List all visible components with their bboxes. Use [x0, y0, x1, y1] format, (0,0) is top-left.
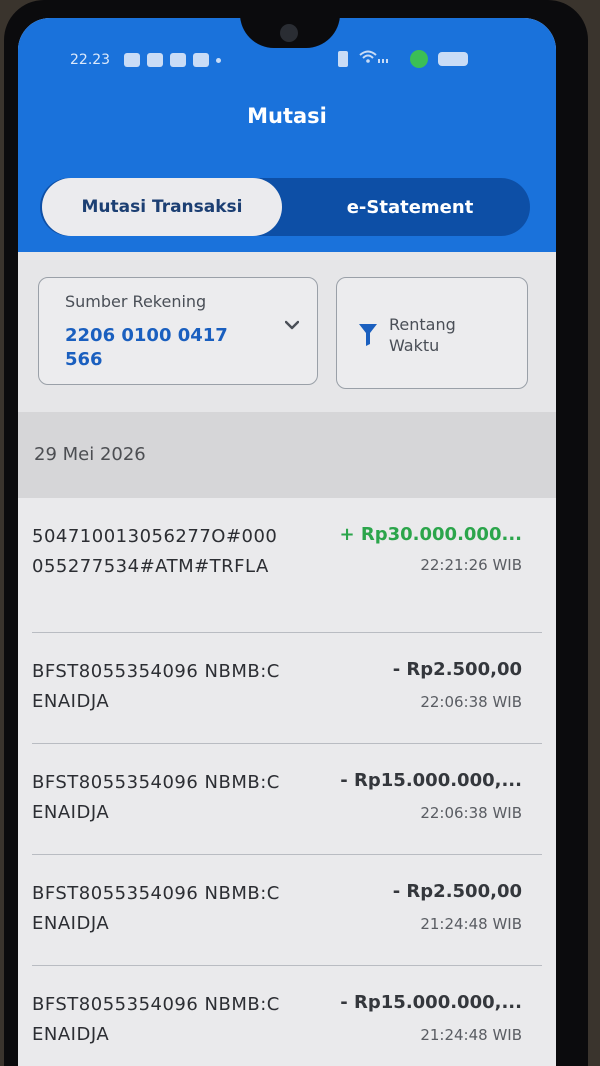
filter-icon: [359, 324, 377, 346]
status-time: 22.23: [70, 52, 111, 68]
wifi-icon: [358, 50, 388, 68]
transaction-description: BFST8055354096 NBMB:CENAIDJA: [32, 661, 280, 712]
transaction-time: 22:21:26 WIB: [420, 556, 522, 574]
app-screen: 22.23 Mutasi Mutasi Transaksi e-Statemen…: [18, 18, 556, 1066]
source-account-selector[interactable]: Sumber Rekening 2206 0100 0417 566: [38, 277, 318, 385]
date-range-label: Rentang Waktu: [389, 315, 456, 355]
transaction-description: BFST8055354096 NBMB:CENAIDJA: [32, 772, 280, 823]
notification-icons: [124, 53, 221, 67]
transaction-row[interactable]: BFST8055354096 NBMB:CENAIDJA - Rp2.500,0…: [32, 855, 542, 966]
transaction-time: 22:06:38 WIB: [420, 693, 522, 711]
transaction-amount: - Rp15.000.000,...: [340, 992, 522, 1013]
camera-notch: [240, 18, 340, 48]
transaction-time: 21:24:48 WIB: [420, 1026, 522, 1044]
notif-icon: [147, 53, 163, 67]
transaction-row[interactable]: BFST8055354096 NBMB:CENAIDJA - Rp2.500,0…: [32, 633, 542, 744]
phone-frame: 22.23 Mutasi Mutasi Transaksi e-Statemen…: [4, 0, 588, 1066]
source-account-number: 2206 0100 0417 566: [65, 325, 228, 370]
app-header: 22.23 Mutasi Mutasi Transaksi e-Statemen…: [18, 18, 556, 252]
transaction-description: BFST8055354096 NBMB:CENAIDJA: [32, 883, 280, 934]
date-group-header: 29 Mei 2026: [18, 412, 556, 498]
notif-icon: [124, 53, 140, 67]
filter-section: Sumber Rekening 2206 0100 0417 566 Renta…: [18, 252, 556, 412]
source-account-label: Sumber Rekening: [65, 292, 207, 311]
chevron-down-icon: [285, 320, 299, 330]
transaction-description: BFST8055354096 NBMB:CENAIDJA: [32, 994, 280, 1045]
transaction-amount: + Rp30.000.000...: [339, 524, 522, 545]
app-indicator-icon: [410, 50, 428, 68]
tab-bar: Mutasi Transaksi e-Statement: [40, 178, 530, 236]
tab-e-statement[interactable]: e-Statement: [290, 178, 530, 236]
notif-icon: [170, 53, 186, 67]
transaction-description: 504710013056277O#000055277534#ATM#TRFLA: [32, 526, 278, 577]
transaction-list: 504710013056277O#000055277534#ATM#TRFLA …: [18, 498, 556, 1066]
transaction-amount: - Rp15.000.000,...: [340, 770, 522, 791]
transaction-row[interactable]: 504710013056277O#000055277534#ATM#TRFLA …: [32, 498, 542, 633]
transaction-time: 21:24:48 WIB: [420, 915, 522, 933]
transaction-amount: - Rp2.500,00: [392, 881, 522, 902]
vibrate-icon: [338, 51, 348, 67]
status-right-icons: [338, 50, 468, 68]
transaction-amount: - Rp2.500,00: [392, 659, 522, 680]
date-group-label: 29 Mei 2026: [34, 444, 146, 465]
camera-icon: [280, 24, 298, 42]
page-title: Mutasi: [247, 104, 327, 128]
battery-icon: [438, 52, 468, 66]
transaction-row[interactable]: BFST8055354096 NBMB:CENAIDJA - Rp15.000.…: [32, 744, 542, 855]
transaction-time: 22:06:38 WIB: [420, 804, 522, 822]
dot-icon: [216, 57, 221, 63]
transaction-row[interactable]: BFST8055354096 NBMB:CENAIDJA - Rp15.000.…: [32, 966, 542, 1066]
notif-icon: [193, 53, 209, 67]
tab-mutasi-transaksi[interactable]: Mutasi Transaksi: [42, 178, 282, 236]
date-range-filter[interactable]: Rentang Waktu: [336, 277, 528, 389]
